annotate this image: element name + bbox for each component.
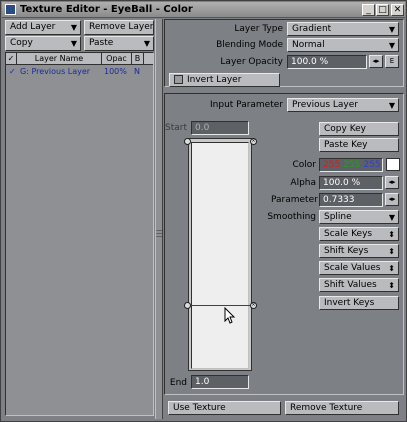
chevron-down-icon: ▼ xyxy=(70,39,77,48)
remove-layer-button[interactable]: Remove Layer xyxy=(84,20,154,35)
minimize-button[interactable]: _ xyxy=(362,4,375,16)
color-label: Color xyxy=(292,160,317,170)
check-column-icon: ✓ xyxy=(6,53,17,65)
layer-enabled-check[interactable]: ✓ xyxy=(9,66,16,77)
window-title: Texture Editor - EyeBall - Color xyxy=(20,4,193,15)
copy-dropdown[interactable]: Copy ▼ xyxy=(5,36,81,51)
shift-keys-label: Shift Keys xyxy=(324,246,369,256)
smoothing-label: Smoothing xyxy=(267,212,316,222)
layer-opacity: 100% xyxy=(104,67,127,76)
scale-keys-label: Scale Keys xyxy=(324,229,373,239)
gradient-bar[interactable] xyxy=(191,142,249,369)
blending-mode-dropdown[interactable]: Normal ▼ xyxy=(287,38,399,52)
texture-editor-window: Texture Editor - EyeBall - Color _ □ ✕ A… xyxy=(0,0,407,422)
title-bar[interactable]: Texture Editor - EyeBall - Color _ □ ✕ xyxy=(2,2,405,18)
envelope-icon[interactable]: E xyxy=(385,55,399,68)
splitter-grip-icon: — — — xyxy=(156,226,163,240)
paste-key-button[interactable]: Paste Key xyxy=(319,138,399,152)
color-field[interactable]: 255 255 255 xyxy=(319,158,383,172)
start-key-right-handle-icon[interactable]: × xyxy=(250,138,257,145)
spinner-icon: ⬍ xyxy=(388,230,395,239)
slider-arrows-icon[interactable]: ◂▸ xyxy=(385,176,399,189)
parameter-label: Parameter xyxy=(271,195,318,205)
parameter-field[interactable]: 0.7333 xyxy=(319,193,383,207)
gradient-key-line[interactable] xyxy=(186,305,254,306)
chevron-down-icon: ▼ xyxy=(143,39,150,48)
end-field[interactable]: 1.0 xyxy=(191,375,249,389)
layer-name: G: Previous Layer xyxy=(20,67,91,76)
invert-keys-button[interactable]: Invert Keys xyxy=(319,296,399,310)
start-field[interactable]: 0.0 xyxy=(191,121,249,135)
spinner-icon: ⬍ xyxy=(388,281,395,290)
scale-values-dropdown[interactable]: Scale Values ⬍ xyxy=(319,261,399,275)
key-left-handle-icon[interactable] xyxy=(184,302,191,309)
input-parameter-label: Input Parameter xyxy=(210,100,283,110)
alpha-field[interactable]: 100.0 % xyxy=(319,176,383,190)
app-icon xyxy=(5,4,16,15)
chevron-down-icon: ▼ xyxy=(388,101,395,110)
layer-opacity-field[interactable]: 100.0 % xyxy=(287,55,367,69)
add-layer-label: Add Layer xyxy=(10,22,56,32)
start-key-left-handle-icon[interactable] xyxy=(184,138,191,145)
remove-texture-button[interactable]: Remove Texture xyxy=(285,401,399,415)
column-opacity[interactable]: Opac xyxy=(102,53,132,65)
layer-blend: N xyxy=(134,67,140,76)
add-layer-dropdown[interactable]: Add Layer ▼ xyxy=(5,20,81,35)
shift-values-label: Shift Values xyxy=(324,280,377,290)
paste-label: Paste xyxy=(89,38,114,48)
invert-layer-label: Invert Layer xyxy=(187,75,242,85)
input-parameter-value: Previous Layer xyxy=(292,100,358,110)
end-label: End xyxy=(169,378,187,388)
slider-arrows-icon[interactable]: ◂▸ xyxy=(369,55,383,68)
close-button[interactable]: ✕ xyxy=(391,4,404,16)
column-blend[interactable]: B xyxy=(132,53,144,65)
color-swatch[interactable] xyxy=(386,158,400,171)
maximize-button[interactable]: □ xyxy=(376,4,389,16)
shift-values-dropdown[interactable]: Shift Values ⬍ xyxy=(319,278,399,292)
spinner-icon: ⬍ xyxy=(388,247,395,256)
chevron-down-icon: ▼ xyxy=(70,23,77,32)
spinner-icon: ⬍ xyxy=(388,264,395,273)
column-layer-name[interactable]: Layer Name xyxy=(17,53,102,65)
paste-dropdown[interactable]: Paste ▼ xyxy=(84,36,154,51)
alpha-label: Alpha xyxy=(290,178,316,188)
start-label: Start xyxy=(165,123,187,133)
chevron-down-icon: ▼ xyxy=(388,41,395,50)
layer-type-dropdown[interactable]: Gradient ▼ xyxy=(287,22,399,36)
layer-row[interactable]: ✓ G: Previous Layer 100% N xyxy=(6,66,153,77)
slider-arrows-icon[interactable]: ◂▸ xyxy=(385,193,399,206)
scale-values-label: Scale Values xyxy=(324,263,381,273)
layer-list[interactable]: ✓ Layer Name Opac B ✓ G: Previous Layer … xyxy=(5,52,154,416)
color-green-value: 255 xyxy=(343,160,361,170)
smoothing-value: Spline xyxy=(324,212,352,222)
invert-layer-button[interactable]: Invert Layer xyxy=(169,73,280,87)
color-red-value: 255 xyxy=(323,160,341,170)
invert-layer-checkbox[interactable] xyxy=(174,75,183,84)
chevron-down-icon: ▼ xyxy=(388,213,395,222)
key-right-handle-icon[interactable]: × xyxy=(250,302,257,309)
layer-type-value: Gradient xyxy=(292,24,332,34)
copy-key-button[interactable]: Copy Key xyxy=(319,122,399,136)
blending-mode-label: Blending Mode xyxy=(216,40,283,50)
shift-keys-dropdown[interactable]: Shift Keys ⬍ xyxy=(319,244,399,258)
layer-list-header: ✓ Layer Name Opac B xyxy=(6,53,153,65)
copy-label: Copy xyxy=(10,38,33,48)
scale-keys-dropdown[interactable]: Scale Keys ⬍ xyxy=(319,227,399,241)
mouse-cursor-icon xyxy=(224,307,236,324)
layer-opacity-label: Layer Opacity xyxy=(220,57,283,67)
chevron-down-icon: ▼ xyxy=(388,25,395,34)
layer-type-label: Layer Type xyxy=(234,24,283,34)
smoothing-dropdown[interactable]: Spline ▼ xyxy=(319,210,399,224)
input-parameter-dropdown[interactable]: Previous Layer ▼ xyxy=(287,98,399,112)
blending-mode-value: Normal xyxy=(292,40,325,50)
use-texture-button[interactable]: Use Texture xyxy=(168,401,281,415)
color-blue-value: 255 xyxy=(363,160,381,170)
pane-splitter[interactable]: — — — xyxy=(155,19,163,419)
